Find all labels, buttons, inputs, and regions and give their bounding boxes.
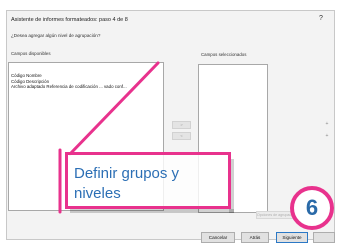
annotation-callout: Definir grupos y niveles — [65, 152, 231, 209]
add-field-button[interactable]: > — [172, 121, 191, 129]
next-button[interactable]: Siguiente — [276, 232, 308, 243]
dialog-title: Asistente de informes formateados: paso … — [11, 17, 128, 23]
move-down-button[interactable]: + — [323, 132, 331, 140]
grouping-question: ¿Desea agregar algún nivel de agrupación… — [11, 33, 101, 38]
callout-shadow — [70, 209, 234, 213]
back-button[interactable]: Atrás — [241, 232, 269, 243]
callout-text: Definir grupos y niveles — [74, 165, 180, 202]
selected-fields-label: Campos seleccionados — [201, 52, 247, 57]
tutorial-screenshot: Asistente de informes formateados: paso … — [0, 0, 339, 243]
step-number-badge: 6 — [290, 186, 334, 230]
finish-button[interactable] — [313, 232, 335, 243]
remove-field-button[interactable]: < — [172, 132, 191, 140]
move-up-button[interactable]: + — [323, 120, 331, 128]
cancel-button[interactable]: Cancelar — [201, 232, 235, 243]
available-fields-label: Campos disponibles — [11, 51, 51, 56]
help-button[interactable]: ? — [317, 15, 325, 24]
list-item[interactable]: Archivo adaptado Referencia de codificac… — [9, 84, 163, 90]
